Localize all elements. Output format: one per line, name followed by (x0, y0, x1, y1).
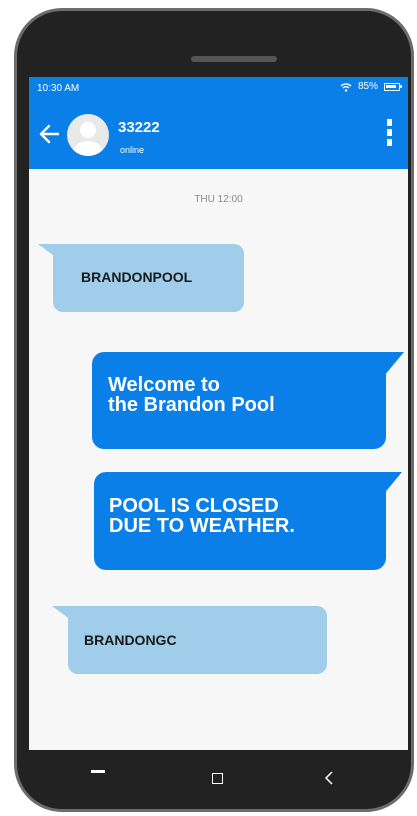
overflow-menu-icon[interactable] (386, 119, 394, 149)
bubble-tail (38, 244, 68, 266)
message-outgoing[interactable]: Welcome to the Brandon Pool (92, 352, 404, 449)
avatar-icon (73, 122, 103, 156)
status-indicators: 85% (340, 81, 402, 92)
phone-speaker (191, 56, 277, 62)
chat-header: 33222 online (29, 99, 408, 169)
date-label: THU 12:00 (194, 194, 243, 205)
status-time: 10:30 AM (37, 83, 80, 94)
contact-status: online (120, 145, 145, 155)
battery-icon (384, 82, 402, 91)
nav-home-icon[interactable] (212, 773, 223, 784)
avatar[interactable] (67, 114, 109, 156)
wifi-icon (340, 82, 352, 92)
message-outgoing[interactable]: POOL IS CLOSED DUE TO WEATHER. (94, 472, 402, 570)
message-text: BRANDONPOOL (81, 269, 193, 285)
bubble-tail (372, 472, 402, 508)
nav-recent-icon[interactable] (91, 770, 105, 773)
status-bar: 10:30 AM 85% (29, 77, 408, 99)
message-incoming[interactable]: BRANDONPOOL (38, 244, 244, 312)
nav-back-icon[interactable] (322, 770, 336, 786)
message-incoming[interactable]: BRANDONGC (52, 606, 327, 674)
phone-screen: 10:30 AM 85% 33222 online THU 12:00 BRAN… (29, 77, 408, 750)
bubble-tail (374, 352, 404, 388)
message-text: POOL IS CLOSED DUE TO WEATHER. (109, 495, 295, 537)
nav-bar (29, 750, 408, 808)
message-text: Welcome to the Brandon Pool (108, 374, 275, 416)
message-text: BRANDONGC (84, 632, 177, 648)
stage: 10:30 AM 85% 33222 online THU 12:00 BRAN… (0, 0, 417, 816)
back-arrow-icon[interactable] (37, 121, 63, 147)
contact-name: 33222 (118, 119, 160, 136)
bubble-tail (52, 606, 82, 628)
battery-percent: 85% (357, 81, 378, 92)
